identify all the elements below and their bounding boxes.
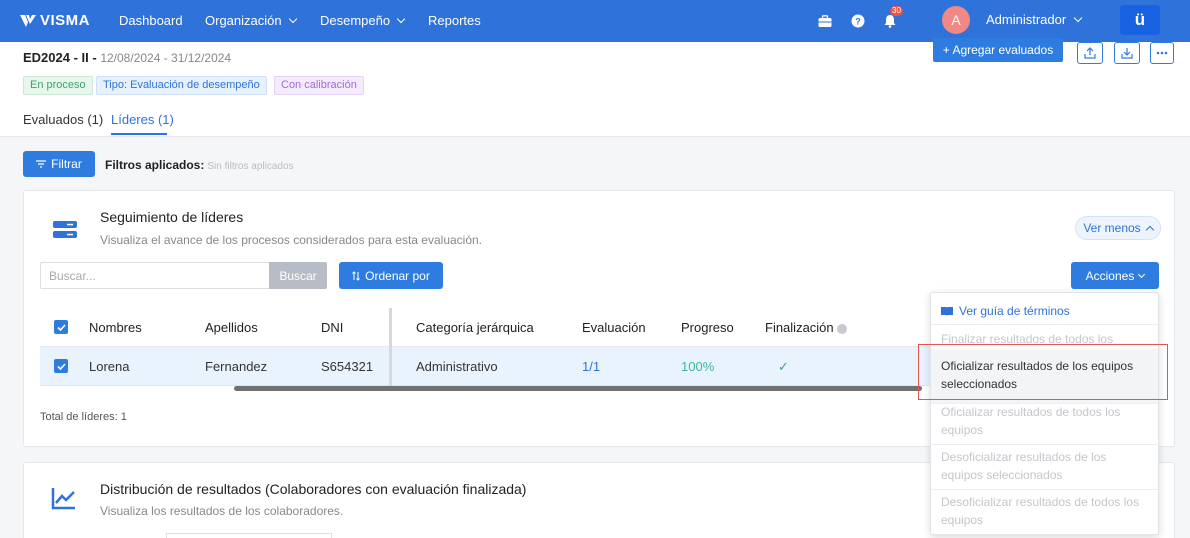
menu-divider xyxy=(931,324,1158,325)
chevron-down-icon xyxy=(288,14,297,24)
total-leaders: Total de líderes: 1 xyxy=(40,411,127,423)
status-badge: En proceso xyxy=(23,76,93,95)
nav-dashboard[interactable]: Dashboard xyxy=(119,13,183,28)
highlight-box xyxy=(918,344,1168,400)
col-evaluacion[interactable]: Evaluación xyxy=(582,320,646,335)
col-finalizacion-label: Finalización xyxy=(765,320,834,335)
server-list-icon xyxy=(53,221,77,238)
applied-filters-value: Sin filtros aplicados xyxy=(207,161,294,172)
cell-finalizacion: ✓ xyxy=(778,359,789,374)
chart-trend-icon xyxy=(51,488,75,510)
horizontal-scrollbar[interactable] xyxy=(234,386,922,391)
cell-evaluacion-link[interactable]: 1/1 xyxy=(582,359,600,374)
notification-bell-icon[interactable]: 30 xyxy=(880,6,903,31)
sort-icon xyxy=(352,270,360,281)
check-icon xyxy=(56,323,66,331)
menu-item-unofficialize-selected[interactable]: Desoficializar resultados de los equipos… xyxy=(941,448,1146,484)
frozen-column-divider xyxy=(389,308,392,386)
sort-button-label: Ordenar por xyxy=(365,268,430,283)
nav-reportes[interactable]: Reportes xyxy=(428,13,481,28)
cell-categoria: Administrativo xyxy=(416,359,498,374)
user-name-label: Administrador xyxy=(986,12,1067,27)
col-apellidos[interactable]: Apellidos xyxy=(205,320,258,335)
filter-button[interactable]: Filtrar xyxy=(23,151,95,177)
help-icon[interactable]: ? xyxy=(848,11,868,31)
type-badge: Tipo: Evaluación de desempeño xyxy=(96,76,267,95)
menu-item-officialize-all[interactable]: Oficializar resultados de todos los equi… xyxy=(941,403,1146,439)
see-less-label: Ver menos xyxy=(1083,221,1141,235)
nav-reportes-label: Reportes xyxy=(428,13,481,28)
active-tab-indicator xyxy=(111,133,167,135)
svg-text:?: ? xyxy=(855,17,861,27)
visma-logo[interactable]: VISMA xyxy=(20,12,90,29)
actions-button[interactable]: Acciones xyxy=(1071,262,1159,289)
col-dni[interactable]: DNI xyxy=(321,320,343,335)
cell-dni: S654321 xyxy=(321,359,374,374)
check-icon xyxy=(56,362,66,370)
nav-desempeno-label: Desempeño xyxy=(320,13,391,28)
evaluation-code: ED2024 - II - xyxy=(23,50,97,65)
top-nav: VISMA Dashboard Organización Desempeño R… xyxy=(0,0,1190,42)
info-icon[interactable] xyxy=(836,323,847,334)
nav-organizacion[interactable]: Organización xyxy=(205,13,297,28)
row-checkbox[interactable] xyxy=(54,359,68,373)
col-progreso[interactable]: Progreso xyxy=(681,320,734,335)
menu-item-unofficialize-all[interactable]: Desoficializar resultados de todos los e… xyxy=(941,493,1146,529)
cell-nombres: Lorena xyxy=(89,359,130,374)
visma-mark-icon xyxy=(20,14,36,27)
nav-dashboard-label: Dashboard xyxy=(119,13,183,28)
more-options-icon[interactable] xyxy=(1150,42,1174,64)
distribution-title-suffix: (Colaboradores con evaluación finalizada… xyxy=(261,481,527,497)
leaders-card-title: Seguimiento de líderes xyxy=(100,209,244,225)
evaluation-dates: 12/08/2024 - 31/12/2024 xyxy=(100,51,232,65)
distribution-title-main: Distribución de resultados xyxy=(100,481,262,497)
nav-desempeno[interactable]: Desempeño xyxy=(320,13,406,28)
select-all-checkbox[interactable] xyxy=(54,320,68,334)
search-button[interactable]: Buscar xyxy=(269,262,327,289)
see-less-button[interactable]: Ver menos xyxy=(1075,216,1161,240)
col-finalizacion[interactable]: Finalización xyxy=(765,320,847,335)
cell-progreso: 100% xyxy=(681,359,715,374)
menu-divider xyxy=(931,444,1158,445)
applied-filters-label: Filtros aplicados: xyxy=(105,158,205,172)
brand-name: VISMA xyxy=(40,12,91,29)
leaders-card-subtitle: Visualiza el avance de los procesos cons… xyxy=(100,233,483,247)
avatar[interactable]: A xyxy=(942,6,970,34)
avatar-initial: A xyxy=(951,12,961,28)
tab-lideres[interactable]: Líderes (1) xyxy=(111,112,174,127)
nav-organizacion-label: Organización xyxy=(205,13,282,28)
tab-evaluados[interactable]: Evaluados (1) xyxy=(23,112,103,127)
guide-link-label: Ver guía de términos xyxy=(959,304,1070,318)
chevron-down-icon xyxy=(396,14,406,24)
evaluation-title: ED2024 - II - 12/08/2024 - 31/12/2024 xyxy=(23,50,231,65)
col-nombres[interactable]: Nombres xyxy=(89,320,142,335)
distribution-select[interactable] xyxy=(166,533,332,538)
chevron-up-icon xyxy=(1145,225,1154,234)
app-logo[interactable]: ü xyxy=(1120,5,1160,35)
add-evaluated-button[interactable]: + Agregar evaluados xyxy=(933,38,1063,62)
cell-apellidos: Fernandez xyxy=(205,359,268,374)
sort-button[interactable]: Ordenar por xyxy=(339,262,443,289)
chevron-down-icon xyxy=(1138,270,1146,278)
menu-divider xyxy=(931,489,1158,490)
distribution-card-subtitle: Visualiza los resultados de los colabora… xyxy=(100,504,344,518)
actions-button-label: Acciones xyxy=(1085,268,1135,283)
chevron-down-icon xyxy=(1073,13,1083,23)
export-icon[interactable] xyxy=(1077,42,1103,64)
calibration-badge: Con calibración xyxy=(274,76,364,95)
distribution-card-title: Distribución de resultados (Colaboradore… xyxy=(100,481,526,497)
briefcase-icon[interactable] xyxy=(815,11,835,31)
filter-button-label: Filtrar xyxy=(51,157,82,171)
filter-icon xyxy=(36,160,47,168)
actions-menu: Ver guía de términos Finalizar resultado… xyxy=(930,292,1159,535)
book-icon xyxy=(941,307,953,316)
search-input[interactable] xyxy=(40,262,270,289)
applied-filters: Filtros aplicados: Sin filtros aplicados xyxy=(105,158,294,172)
col-categoria[interactable]: Categoría jerárquica xyxy=(416,320,534,335)
notification-count-badge: 30 xyxy=(890,6,903,16)
guide-link[interactable]: Ver guía de términos xyxy=(941,302,1146,320)
app-logo-glyph: ü xyxy=(1134,10,1146,29)
download-icon[interactable] xyxy=(1114,42,1140,64)
user-menu[interactable]: Administrador xyxy=(986,12,1083,27)
